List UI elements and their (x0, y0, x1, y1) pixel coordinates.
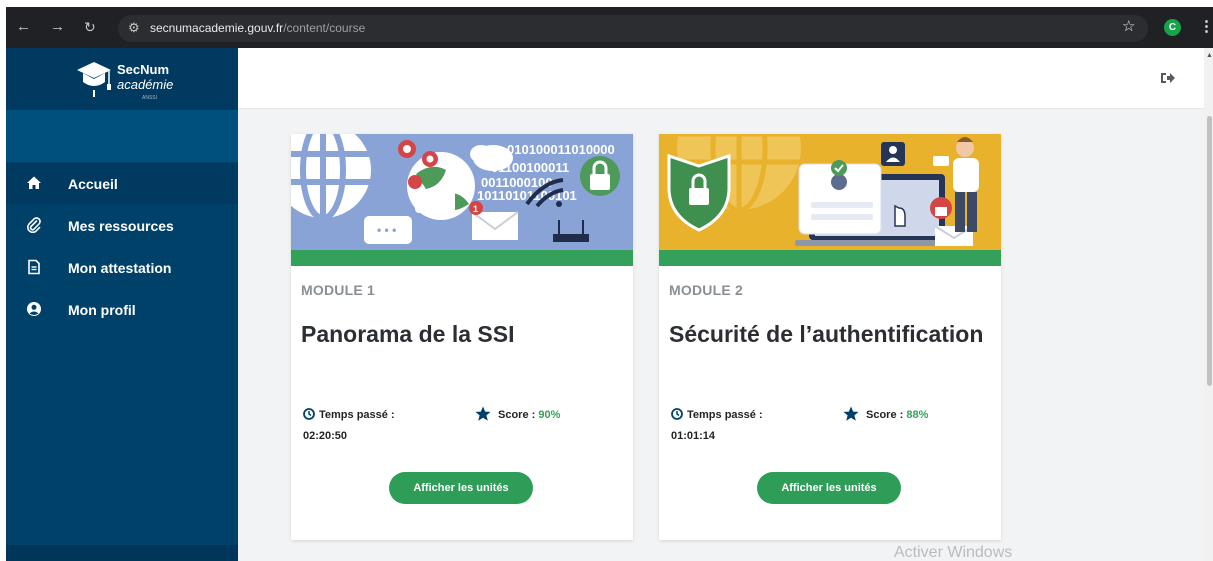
time-spent-label: Temps passé : (687, 409, 763, 421)
module-2-illustration (659, 134, 1001, 250)
show-units-button[interactable]: Afficher les unités (757, 472, 901, 504)
module-label: MODULE 2 (669, 282, 743, 298)
sidebar-item-mon-attestation[interactable]: Mon attestation (6, 253, 238, 283)
windows-activation-watermark: Activer Windows (894, 544, 1013, 561)
score-text: Score : 88% (866, 409, 928, 421)
module-card-1: • • • 010100011010000 01100100011 001100… (291, 134, 633, 540)
banner-binary-text: 010100011010000 (507, 142, 615, 157)
page-header (238, 48, 1204, 109)
screen: ← → ↻ ⚙ secnumacademie.gouv.fr/content/c… (0, 0, 1213, 561)
sidebar-item-label: Accueil (68, 176, 118, 192)
module-title: Panorama de la SSI (301, 321, 515, 347)
user-circle-icon (27, 302, 41, 316)
module-1-banner: • • • 010100011010000 01100100011 001100… (291, 134, 633, 250)
url-domain: secnumacademie.gouv.fr (150, 21, 284, 35)
show-units-button[interactable]: Afficher les unités (389, 472, 533, 504)
home-icon (27, 176, 41, 189)
score-label: Score : (866, 409, 904, 421)
sidebar: SecNum académie ANSSI Accueil Mes ressou… (6, 48, 238, 561)
logo-text-anssi: ANSSI (142, 95, 158, 101)
logo-text-secnum: SecNum (117, 62, 170, 77)
logout-icon[interactable] (1160, 70, 1176, 86)
star-icon (843, 406, 859, 421)
module-2-banner (659, 134, 1001, 250)
graduation-cap-icon (77, 62, 111, 97)
svg-text:01100100011: 01100100011 (491, 160, 569, 175)
sidebar-item-label: Mes ressources (68, 218, 174, 234)
module-2-progress-bar (659, 250, 1001, 266)
score-value: 90% (538, 409, 561, 421)
paperclip-icon (27, 217, 41, 233)
profile-avatar[interactable]: C (1164, 19, 1181, 36)
url-text: secnumacademie.gouv.fr/content/course (150, 21, 365, 35)
time-spent-value: 01:01:14 (671, 430, 716, 442)
sidebar-item-mes-ressources[interactable]: Mes ressources (6, 211, 238, 241)
site-info-icon[interactable]: ⚙ (128, 20, 140, 36)
logo-text-academie: académie (117, 77, 174, 92)
scroll-up-arrow-icon[interactable]: ▲ (1206, 52, 1213, 59)
star-icon (475, 406, 491, 421)
scrollbar-thumb[interactable] (1207, 116, 1212, 386)
time-spent-label: Temps passé : (319, 409, 395, 421)
sidebar-item-mon-profil[interactable]: Mon profil (6, 295, 238, 325)
back-icon[interactable]: ← (16, 18, 31, 36)
time-spent-value: 02:20:50 (303, 430, 348, 442)
clock-icon (303, 408, 315, 420)
sidebar-item-accueil[interactable]: Accueil (6, 169, 238, 199)
document-icon (28, 259, 40, 275)
module-title: Sécurité de l’authentification (669, 321, 984, 347)
browser-toolbar: ← → ↻ ⚙ secnumacademie.gouv.fr/content/c… (6, 7, 1213, 48)
module-1-progress-bar (291, 250, 633, 266)
svg-text:1: 1 (473, 204, 478, 214)
svg-text:• • •: • • • (377, 223, 396, 237)
forward-icon[interactable]: → (50, 18, 65, 36)
score-value: 88% (906, 409, 929, 421)
reload-icon[interactable]: ↻ (84, 18, 96, 36)
sidebar-item-label: Mon profil (68, 302, 136, 318)
module-label: MODULE 1 (301, 282, 375, 298)
sidebar-band (6, 110, 238, 162)
score-text: Score : 90% (498, 409, 560, 421)
clock-icon (671, 408, 683, 420)
sidebar-footer (6, 545, 238, 561)
address-bar[interactable]: ⚙ secnumacademie.gouv.fr/content/course (118, 15, 1148, 42)
url-path: /content/course (283, 21, 366, 35)
module-1-illustration: • • • 010100011010000 01100100011 001100… (291, 134, 633, 250)
secnum-logo[interactable]: SecNum académie ANSSI (6, 48, 238, 110)
score-label: Score : (498, 409, 536, 421)
browser-menu-icon[interactable]: ⋮ (1199, 17, 1213, 35)
module-card-2: MODULE 2 Sécurité de l’authentification … (659, 134, 1001, 540)
bookmark-star-icon[interactable]: ☆ (1122, 17, 1135, 35)
sidebar-item-label: Mon attestation (68, 260, 172, 276)
